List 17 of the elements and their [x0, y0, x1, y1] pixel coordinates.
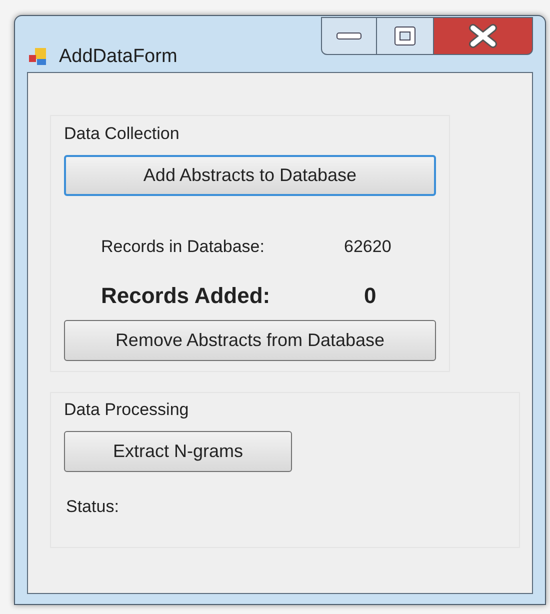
action-button[interactable]: Extract N-grams [64, 430, 292, 472]
group-title: Data Collection [64, 123, 180, 145]
window-title: AddDataForm [59, 45, 178, 69]
close-icon [469, 24, 497, 48]
reading-label: Records Added: [101, 282, 272, 310]
maximize-icon [393, 25, 417, 47]
reading-value: 0 [364, 282, 376, 310]
close-button[interactable] [433, 17, 533, 55]
status-label: Status: [66, 496, 119, 518]
action-button[interactable]: Add Abstracts to Database [64, 154, 436, 196]
maximize-button[interactable] [377, 17, 433, 55]
reading-label: Records in Database: [101, 236, 266, 258]
group-title: Data Processing [64, 399, 189, 421]
minimize-button[interactable] [321, 17, 377, 55]
action-button[interactable]: Remove Abstracts from Database [64, 320, 436, 361]
reading-value: 62620 [344, 236, 392, 258]
minimize-icon [336, 32, 362, 40]
